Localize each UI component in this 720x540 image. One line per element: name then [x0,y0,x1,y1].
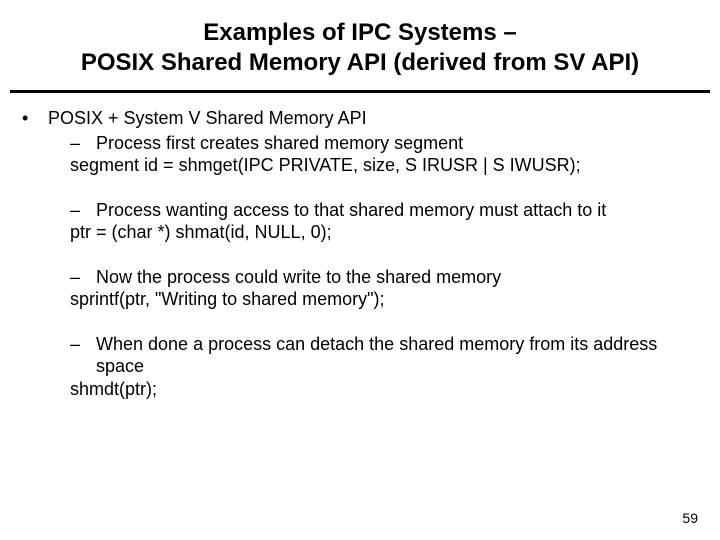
dash-icon: – [70,333,96,378]
bullet-level1: • POSIX + System V Shared Memory API [22,107,698,130]
dash-icon: – [70,199,96,222]
bullet-text: POSIX + System V Shared Memory API [48,107,367,130]
sub-bullet-text: Process first creates shared memory segm… [96,132,463,155]
sub-bullet-text: When done a process can detach the share… [96,333,698,378]
dash-icon: – [70,132,96,155]
title-divider [10,90,710,93]
code-line: ptr = (char *) shmat(id, NULL, 0); [22,221,698,244]
slide-title: Examples of IPC Systems – POSIX Shared M… [0,0,720,90]
bullet-level2: – When done a process can detach the sha… [22,333,698,378]
bullet-level2: – Process first creates shared memory se… [22,132,698,155]
bullet-level2: – Process wanting access to that shared … [22,199,698,222]
code-line: segment id = shmget(IPC PRIVATE, size, S… [22,154,698,177]
code-line: shmdt(ptr); [22,378,698,401]
title-line-1: Examples of IPC Systems – [20,18,700,48]
page-number: 59 [682,510,698,526]
dash-icon: – [70,266,96,289]
title-line-2: POSIX Shared Memory API (derived from SV… [20,48,700,78]
code-line: sprintf(ptr, "Writing to shared memory")… [22,288,698,311]
sub-bullet-text: Process wanting access to that shared me… [96,199,606,222]
bullet-level2: – Now the process could write to the sha… [22,266,698,289]
bullet-dot-icon: • [22,107,48,130]
sub-bullet-text: Now the process could write to the share… [96,266,501,289]
slide-body: • POSIX + System V Shared Memory API – P… [0,107,720,400]
